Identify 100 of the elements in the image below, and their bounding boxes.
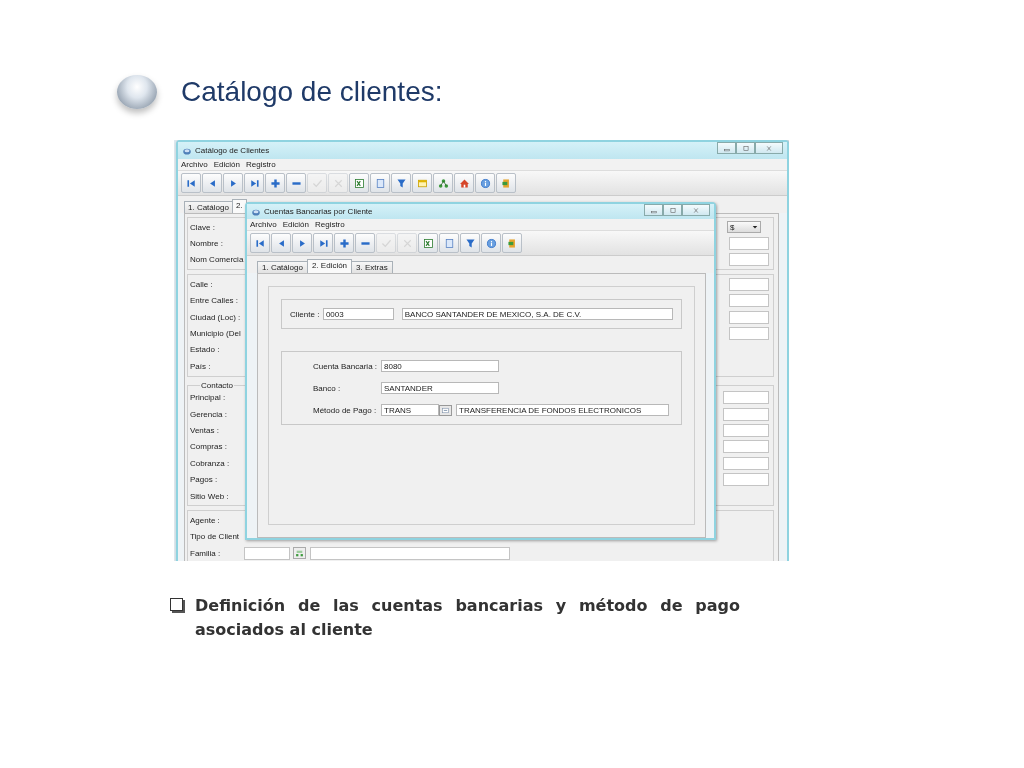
- input-field[interactable]: [723, 391, 769, 405]
- input-field[interactable]: [723, 424, 769, 437]
- toolbar-button[interactable]: [265, 173, 285, 193]
- input-field[interactable]: TRANSFERENCIA DE FONDOS ELECTRONICOS: [456, 404, 669, 416]
- close-icon: [764, 143, 774, 153]
- filter-icon: [394, 176, 408, 190]
- lookup-button[interactable]: [439, 404, 452, 416]
- toolbar-button[interactable]: [418, 233, 438, 253]
- network-icon: [436, 176, 450, 190]
- home-icon: [457, 176, 471, 190]
- toolbar-button[interactable]: [202, 173, 222, 193]
- input-field[interactable]: [723, 456, 769, 470]
- info-icon: [484, 236, 498, 250]
- field-label: Agente :: [190, 515, 221, 525]
- minimize-button[interactable]: [717, 142, 736, 154]
- input-field[interactable]: BANCO SANTANDER DE MEXICO, S.A. DE C.V.: [401, 308, 673, 320]
- menu-item[interactable]: Edición: [213, 160, 240, 169]
- field-label: Estado :: [190, 345, 221, 355]
- toolbar-button[interactable]: [481, 233, 501, 253]
- field-label: País :: [190, 361, 212, 371]
- network-icon: [295, 548, 304, 558]
- tab[interactable]: 2. Edición: [306, 259, 353, 273]
- filter-icon: [463, 236, 477, 250]
- close-button[interactable]: [755, 142, 783, 154]
- close-button[interactable]: [682, 204, 710, 216]
- input-field[interactable]: [729, 253, 769, 267]
- toolbar-button[interactable]: [433, 173, 453, 193]
- input-field[interactable]: [729, 277, 769, 291]
- menu-item[interactable]: Edición: [282, 220, 309, 229]
- toolbar-button[interactable]: [391, 173, 411, 193]
- menu-item[interactable]: Archivo: [250, 220, 277, 229]
- field-label: Ciudad (Loc) :: [190, 312, 242, 322]
- toolbar-button[interactable]: [454, 173, 474, 193]
- toolbar-button[interactable]: [286, 173, 306, 193]
- toolbar-button[interactable]: [439, 233, 459, 253]
- input-field[interactable]: 0003: [322, 308, 394, 320]
- input-field[interactable]: [729, 327, 769, 341]
- field-label: Calle :: [190, 279, 214, 289]
- field-label: Método de Pago :: [313, 405, 378, 415]
- input-field[interactable]: [729, 310, 769, 324]
- maximize-button[interactable]: [663, 204, 682, 216]
- toolbar-button[interactable]: [475, 173, 495, 193]
- input-field[interactable]: [310, 546, 510, 560]
- input-field[interactable]: [723, 473, 769, 487]
- field-label: Compras :: [190, 442, 228, 452]
- window-title: Catálogo de Clientes: [195, 146, 270, 155]
- field-label: Cobranza :: [190, 458, 231, 468]
- menu-item[interactable]: Registro: [314, 220, 345, 229]
- field-label: Nom Comercia: [190, 255, 244, 265]
- input-field[interactable]: [723, 407, 769, 421]
- field-label: Ventas :: [190, 426, 220, 435]
- toolbar-button[interactable]: [412, 173, 432, 193]
- toolbar-button[interactable]: [271, 233, 291, 253]
- tab[interactable]: 1. Catálogo: [184, 201, 233, 213]
- tab[interactable]: 1. Catálogo: [257, 261, 308, 273]
- input-field[interactable]: SANTANDER: [381, 382, 499, 394]
- tab[interactable]: 3. Extras: [351, 261, 393, 273]
- toolbar-button[interactable]: [496, 173, 516, 193]
- field-label: Principal :: [190, 393, 227, 403]
- field-label: Gerencia :: [190, 409, 228, 419]
- info-icon: [478, 176, 492, 190]
- input-field[interactable]: [729, 294, 769, 308]
- toolbar-button[interactable]: [244, 173, 264, 193]
- bullet-text: Definición de las cuentas bancarias y método de pago asociados al cliente: [195, 595, 740, 641]
- toolbar-button[interactable]: [313, 233, 333, 253]
- plus-icon: [337, 236, 351, 250]
- input-field[interactable]: [723, 440, 769, 454]
- minimize-button[interactable]: [644, 204, 663, 216]
- toolbar-button[interactable]: [181, 173, 201, 193]
- input-field[interactable]: [244, 546, 290, 560]
- toolbar-button[interactable]: [250, 233, 270, 253]
- toolbar-button[interactable]: [370, 173, 390, 193]
- toolbar-button[interactable]: [355, 233, 375, 253]
- menu-item[interactable]: Registro: [245, 160, 276, 169]
- input-field[interactable]: [729, 237, 769, 251]
- field-label: Banco :: [313, 383, 342, 393]
- maximize-button[interactable]: [736, 142, 755, 154]
- spreadsheet-icon: [421, 236, 435, 250]
- field-label: Nombre :: [190, 239, 224, 249]
- toolbar-button[interactable]: [292, 233, 312, 253]
- dropdown[interactable]: $: [727, 221, 761, 234]
- input-field[interactable]: TRANS: [381, 404, 439, 416]
- maximize-icon: [740, 143, 751, 153]
- close-icon: [691, 205, 701, 215]
- spreadsheet-icon: [352, 176, 366, 190]
- group-legend: Contacto: [200, 380, 235, 390]
- input-field[interactable]: 8080: [381, 360, 499, 372]
- field-label: Pagos :: [190, 475, 219, 485]
- menu-item[interactable]: Archivo: [181, 160, 208, 169]
- field-label: Clave :: [190, 222, 216, 232]
- toolbar-button[interactable]: [349, 173, 369, 193]
- slide-title: Catálogo de clientes:: [181, 76, 443, 108]
- list-icon: [441, 405, 450, 415]
- field-label: Municipio (Del: [190, 329, 242, 339]
- maximize-icon: [667, 205, 678, 215]
- toolbar-button[interactable]: [502, 233, 522, 253]
- toolbar-button[interactable]: [223, 173, 243, 193]
- toolbar-button[interactable]: [334, 233, 354, 253]
- toolbar-button[interactable]: [460, 233, 480, 253]
- lookup-button[interactable]: [293, 547, 306, 560]
